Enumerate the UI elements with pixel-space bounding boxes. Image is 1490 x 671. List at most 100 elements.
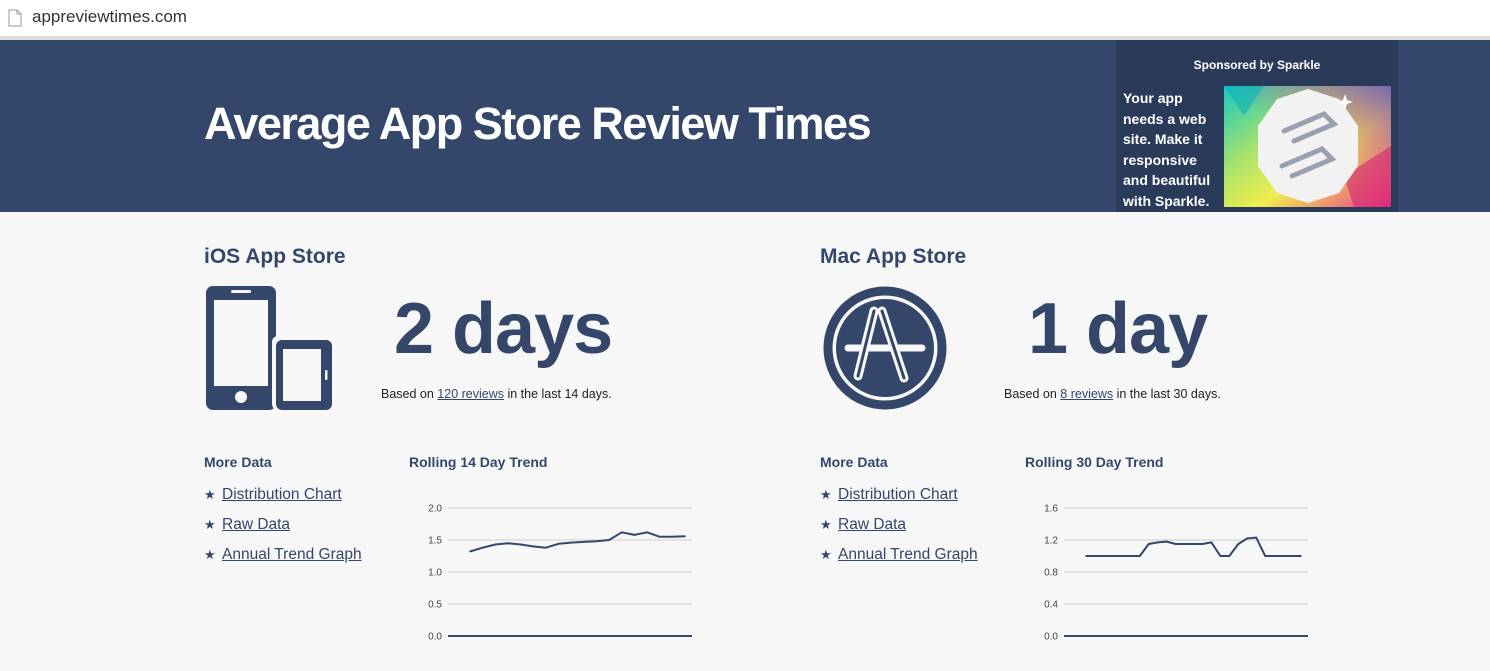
- data-point: [507, 542, 509, 544]
- star-icon: ★: [204, 487, 216, 502]
- data-point: [1112, 555, 1114, 557]
- y-tick-label: 1.0: [428, 568, 442, 579]
- star-icon: ★: [204, 517, 216, 532]
- ios-more-data-heading: More Data: [204, 454, 272, 470]
- ios-reviews-link[interactable]: 120 reviews: [437, 387, 504, 401]
- data-point: [658, 536, 661, 538]
- mac-based-on: Based on 8 reviews in the last 30 days.: [1004, 387, 1221, 401]
- star-icon: ★: [204, 547, 216, 562]
- data-point: [1183, 543, 1186, 545]
- mac-based-suffix: in the last 30 days.: [1113, 387, 1221, 401]
- ios-distribution-chart-link[interactable]: Distribution Chart: [222, 486, 342, 503]
- star-icon: ★: [820, 517, 832, 532]
- ios-more-data-list: ★ Distribution Chart ★ Raw Data ★ Annual Tr…: [204, 486, 362, 576]
- data-point: [1094, 555, 1096, 557]
- data-point: [570, 541, 572, 544]
- data-point: [608, 539, 610, 541]
- list-item: ★ Raw Data: [204, 516, 362, 546]
- mac-based-prefix: Based on: [1004, 387, 1061, 401]
- page-icon: [8, 9, 22, 27]
- ios-raw-data-link[interactable]: Raw Data: [222, 516, 290, 533]
- list-item: ★ Annual Trend Graph: [204, 546, 362, 576]
- sponsor-text[interactable]: Your app needs a web site. Make it respo…: [1123, 88, 1223, 211]
- sparkle-logo-icon[interactable]: [1224, 86, 1391, 207]
- y-tick-label: 1.5: [428, 536, 442, 547]
- site-title: Average App Store Review Times: [204, 98, 872, 149]
- mac-more-data-heading: More Data: [820, 454, 888, 470]
- data-point: [1219, 555, 1222, 557]
- data-point: [545, 546, 547, 549]
- data-point: [671, 536, 674, 538]
- data-point: [557, 543, 560, 545]
- list-item: ★ Raw Data: [820, 516, 978, 546]
- data-point: [1121, 555, 1123, 557]
- ios-review-time: 2 days: [394, 289, 613, 369]
- sponsor-ad[interactable]: Sponsored by Sparkle Your app needs a we…: [1116, 40, 1398, 212]
- data-point: [633, 534, 636, 536]
- y-tick-label: 0.8: [1044, 568, 1058, 579]
- mac-trend-heading: Rolling 30 Day Trend: [1025, 454, 1164, 470]
- data-point: [1129, 555, 1132, 557]
- list-item: ★ Distribution Chart: [204, 486, 362, 516]
- mac-reviews-link[interactable]: 8 reviews: [1060, 387, 1113, 401]
- data-point: [1085, 555, 1087, 557]
- y-tick-label: 0.0: [428, 632, 442, 643]
- data-point: [1291, 555, 1293, 557]
- data-point: [469, 550, 471, 553]
- data-point: [1282, 555, 1284, 557]
- data-point: [1300, 555, 1302, 557]
- trend-series-line: [469, 531, 686, 553]
- y-tick-label: 2.0: [428, 504, 442, 515]
- data-point: [1165, 540, 1168, 543]
- data-point: [1273, 555, 1275, 557]
- ios-devices-icon: [206, 286, 332, 410]
- data-point: [1210, 541, 1213, 544]
- mac-section-title: Mac App Store: [820, 245, 967, 268]
- data-point: [684, 535, 686, 537]
- mac-more-data-list: ★ Distribution Chart ★ Raw Data ★ Annual Tr…: [820, 486, 978, 576]
- mac-trend-chart: 1.6 1.2 0.8 0.4 0.0: [1044, 504, 1308, 643]
- data-point: [1237, 543, 1240, 545]
- data-point: [620, 531, 623, 534]
- star-icon: ★: [820, 487, 832, 502]
- mac-distribution-chart-link[interactable]: Distribution Chart: [838, 486, 958, 503]
- mac-review-time: 1 day: [1028, 289, 1208, 369]
- data-point: [519, 543, 522, 546]
- data-point: [1138, 555, 1141, 557]
- site-header: Average App Store Review Times Sponsored…: [0, 40, 1490, 212]
- ios-section-title: iOS App Store: [204, 245, 346, 268]
- y-tick-label: 1.6: [1044, 504, 1058, 515]
- y-tick-label: 0.0: [1044, 632, 1058, 643]
- list-item: ★ Annual Trend Graph: [820, 546, 978, 576]
- star-icon: ★: [820, 547, 832, 562]
- url-text[interactable]: appreviewtimes.com: [32, 7, 187, 27]
- y-tick-label: 0.5: [428, 600, 442, 611]
- data-point: [1147, 543, 1150, 545]
- data-point: [646, 531, 648, 534]
- data-point: [494, 543, 497, 546]
- ios-trend-heading: Rolling 14 Day Trend: [409, 454, 548, 470]
- ios-based-suffix: in the last 14 days.: [504, 387, 612, 401]
- browser-url-bar[interactable]: appreviewtimes.com: [0, 0, 1490, 37]
- data-point: [481, 546, 484, 549]
- data-point: [1201, 543, 1204, 545]
- ios-based-prefix: Based on: [381, 387, 438, 401]
- data-point: [1264, 555, 1266, 557]
- data-point: [1156, 541, 1159, 544]
- list-item: ★ Distribution Chart: [820, 486, 978, 516]
- mac-raw-data-link[interactable]: Raw Data: [838, 516, 906, 533]
- ios-based-on: Based on 120 reviews in the last 14 days…: [381, 387, 612, 401]
- sponsor-label: Sponsored by Sparkle: [1193, 58, 1321, 72]
- mac-annual-trend-link[interactable]: Annual Trend Graph: [838, 546, 978, 563]
- data-point: [1174, 543, 1177, 545]
- data-point: [1103, 555, 1105, 557]
- ios-annual-trend-link[interactable]: Annual Trend Graph: [222, 546, 362, 563]
- mac-app-store-icon: [823, 286, 947, 410]
- data-point: [532, 545, 535, 548]
- y-tick-label: 1.2: [1044, 536, 1058, 547]
- data-point: [1246, 537, 1249, 540]
- data-point: [1255, 536, 1258, 539]
- data-point: [1228, 555, 1231, 557]
- y-tick-label: 0.4: [1044, 600, 1058, 611]
- ios-trend-chart: 2.0 1.5 1.0 0.5 0.0: [428, 504, 692, 643]
